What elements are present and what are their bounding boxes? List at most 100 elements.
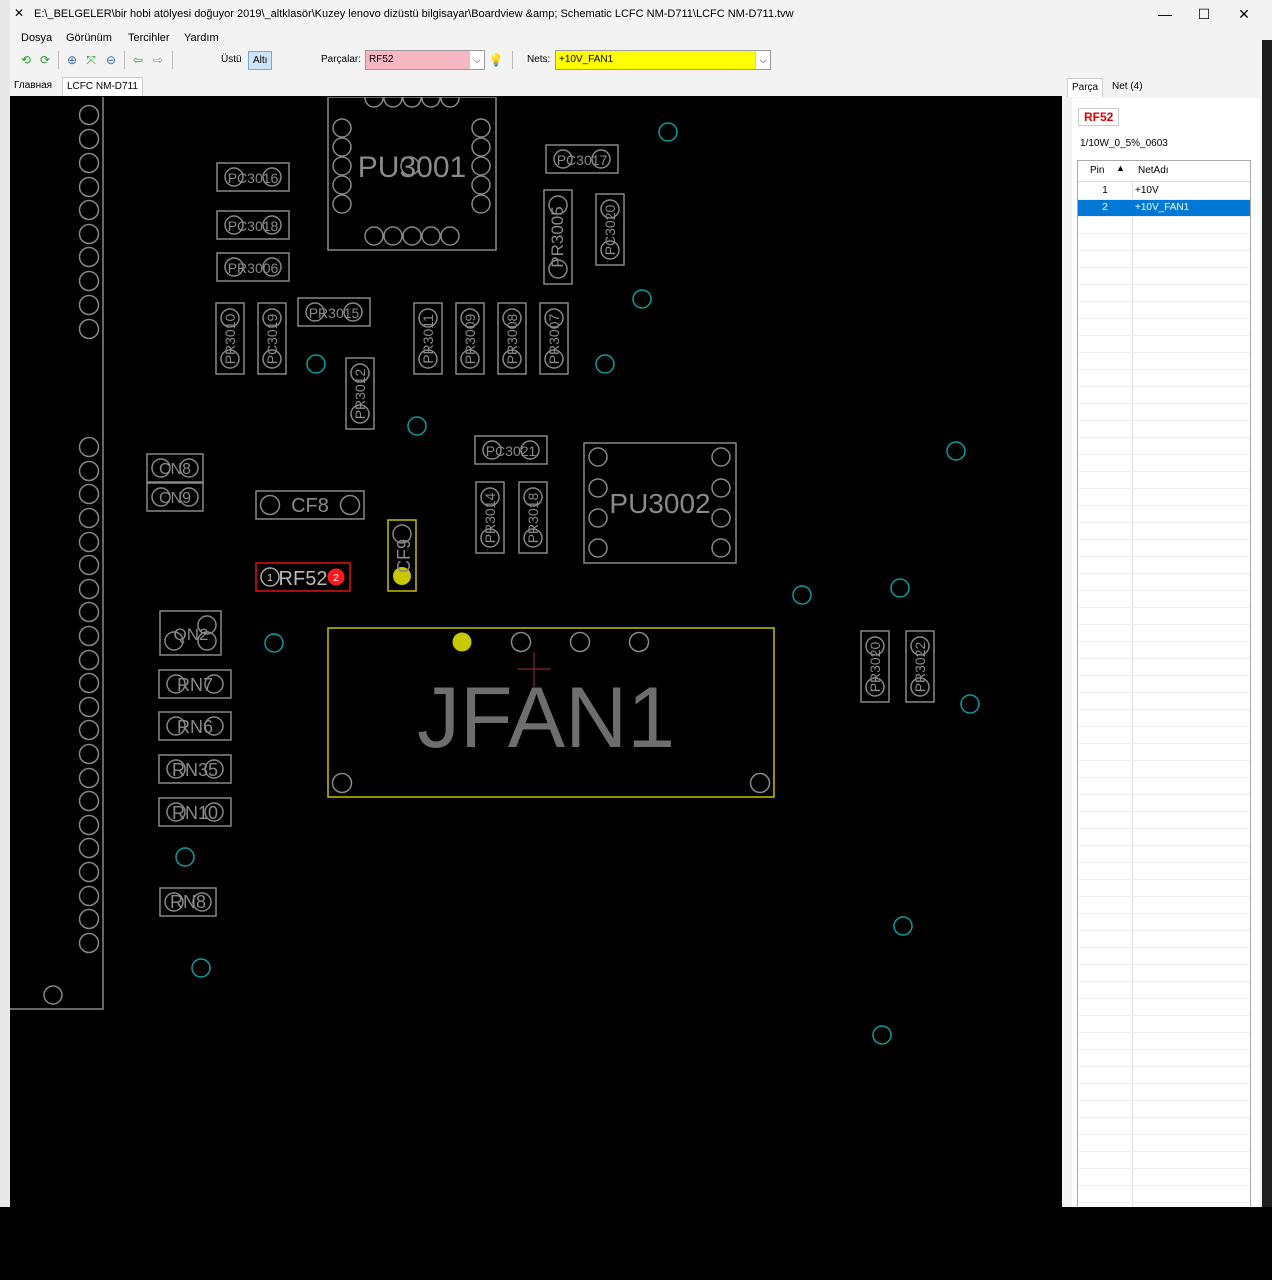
empty-row	[1078, 455, 1250, 472]
zoom-in-icon[interactable]: ⊕	[64, 52, 80, 68]
label-cf8: CF8	[291, 495, 329, 517]
label-pr3010: PR3010	[222, 313, 238, 364]
empty-row	[1078, 1135, 1250, 1152]
properties-panel: Parça Net (4) RF52 1/10W_0_5%_0603 Pin ▲…	[1062, 72, 1262, 1209]
part-details: RF52 1/10W_0_5%_0603 Pin ▲ NetAdı 1 +10V…	[1072, 98, 1260, 1209]
maximize-button[interactable]: ☐	[1184, 2, 1224, 26]
chevron-down-icon[interactable]: ⌵	[469, 51, 484, 69]
empty-row	[1078, 812, 1250, 829]
back-arrow-icon[interactable]: ⇦	[130, 52, 146, 68]
table-row[interactable]: 1 +10V	[1078, 183, 1250, 200]
window-title: E:\_BELGELER\bir hobi atölyesi doğuyor 2…	[34, 8, 794, 20]
label-pr3022: PR3022	[912, 641, 928, 692]
chevron-down-icon[interactable]: ⌵	[755, 51, 770, 69]
component-qn2[interactable]: QN2	[159, 610, 222, 656]
panel-tabs: Parça Net (4)	[1062, 72, 1262, 97]
label-pr3012: PR3012	[352, 368, 368, 419]
empty-row	[1078, 982, 1250, 999]
lightbulb-icon[interactable]: 💡	[488, 52, 504, 68]
pin-table[interactable]: Pin ▲ NetAdı 1 +10V 2 +10V_FAN1	[1077, 160, 1251, 1209]
empty-row	[1078, 659, 1250, 676]
label-pr3014: PR3014	[482, 492, 498, 543]
empty-row	[1078, 778, 1250, 795]
forward-arrow-icon[interactable]: ⇨	[150, 52, 166, 68]
board-view[interactable]: PU3001 PC3016 PC3018 PR3006 PC3017 PR301…	[10, 97, 1057, 1207]
tab-net[interactable]: Net (4)	[1108, 78, 1147, 96]
minimize-button[interactable]: —	[1145, 2, 1185, 26]
empty-row	[1078, 1152, 1250, 1169]
empty-row	[1078, 710, 1250, 727]
side-top-button[interactable]: Üstü	[217, 51, 246, 68]
label-pc3018: PC3018	[228, 218, 279, 234]
menu-gorunum[interactable]: Görünüm	[66, 32, 112, 44]
empty-row	[1078, 1033, 1250, 1050]
tab-main[interactable]: Главная	[10, 77, 56, 95]
label-cn9: CN9	[159, 490, 191, 507]
empty-row	[1078, 557, 1250, 574]
label-jfan1: JFAN1	[417, 670, 675, 766]
parts-combo[interactable]: RF52 ⌵	[365, 50, 485, 70]
empty-row	[1078, 251, 1250, 268]
net-cell: +10V	[1135, 185, 1159, 196]
component-pu3002[interactable]: PU3002	[583, 442, 737, 564]
label-pr3008: PR3008	[504, 313, 520, 364]
rotate-right-icon[interactable]: ⟳	[37, 52, 53, 68]
title-bar: ✕ E:\_BELGELER\bir hobi atölyesi doğuyor…	[0, 0, 1272, 29]
toolbar-separator	[512, 51, 513, 69]
sort-up-icon: ▲	[1116, 163, 1125, 173]
label-pr3007: PR3007	[546, 313, 562, 364]
empty-row	[1078, 319, 1250, 336]
table-row-selected[interactable]: 2 +10V_FAN1	[1078, 200, 1250, 217]
empty-row	[1078, 608, 1250, 625]
empty-row	[1078, 625, 1250, 642]
fit-icon[interactable]: ⤧	[83, 52, 99, 68]
document-tabs: Главная LCFC NM-D711	[10, 72, 1062, 96]
pin-cell: 2	[1102, 202, 1108, 213]
component-rf52[interactable]: 1 2 RF52	[255, 562, 351, 592]
zoom-out-icon[interactable]: ⊖	[103, 52, 119, 68]
component-cf9[interactable]: CF9	[387, 519, 417, 592]
menu-dosya[interactable]: Dosya	[21, 32, 52, 44]
tab-lcfc[interactable]: LCFC NM-D711	[62, 77, 143, 96]
component-jfan1[interactable]: JFAN1	[327, 627, 775, 798]
component-cf8[interactable]: CF8	[255, 490, 365, 520]
label-pr3011: PR3011	[420, 314, 436, 364]
label-cf9: CF9	[394, 539, 414, 573]
toolbar-separator	[172, 51, 173, 69]
empty-row	[1078, 846, 1250, 863]
rotate-left-icon[interactable]: ⟲	[18, 52, 34, 68]
empty-row	[1078, 1186, 1250, 1203]
empty-row	[1078, 217, 1250, 234]
label-pu3001: PU3001	[358, 151, 466, 184]
nets-combo[interactable]: +10V_FAN1 ⌵	[555, 50, 771, 70]
label-pc3020: PC3020	[602, 204, 618, 255]
empty-row	[1078, 506, 1250, 523]
empty-row	[1078, 829, 1250, 846]
close-button[interactable]: ✕	[1224, 2, 1264, 26]
empty-row	[1078, 642, 1250, 659]
empty-row	[1078, 370, 1250, 387]
empty-row	[1078, 863, 1250, 880]
label-pr3006: PR3006	[228, 260, 279, 276]
component-pu3001[interactable]: PU3001	[327, 97, 497, 251]
empty-row	[1078, 693, 1250, 710]
empty-row	[1078, 1101, 1250, 1118]
label-rn35: RN35	[172, 760, 218, 780]
tab-parca[interactable]: Parça	[1067, 78, 1104, 97]
empty-row	[1078, 234, 1250, 251]
column-netadi[interactable]: NetAdı	[1138, 165, 1169, 176]
empty-row	[1078, 1050, 1250, 1067]
column-pin[interactable]: Pin	[1090, 165, 1104, 176]
label-pc3019: PC3019	[264, 313, 280, 364]
empty-row	[1078, 540, 1250, 557]
empty-row	[1078, 676, 1250, 693]
empty-row	[1078, 523, 1250, 540]
empty-row	[1078, 1169, 1250, 1186]
side-bottom-button[interactable]: Altı	[248, 51, 273, 70]
menu-yardim[interactable]: Yardım	[184, 32, 219, 44]
menu-tercihler[interactable]: Tercihler	[128, 32, 170, 44]
empty-row	[1078, 591, 1250, 608]
menu-bar: Dosya Görünüm Tercihler Yardım	[10, 28, 1272, 48]
empty-row	[1078, 744, 1250, 761]
label-pr3009: PR3009	[462, 313, 478, 364]
